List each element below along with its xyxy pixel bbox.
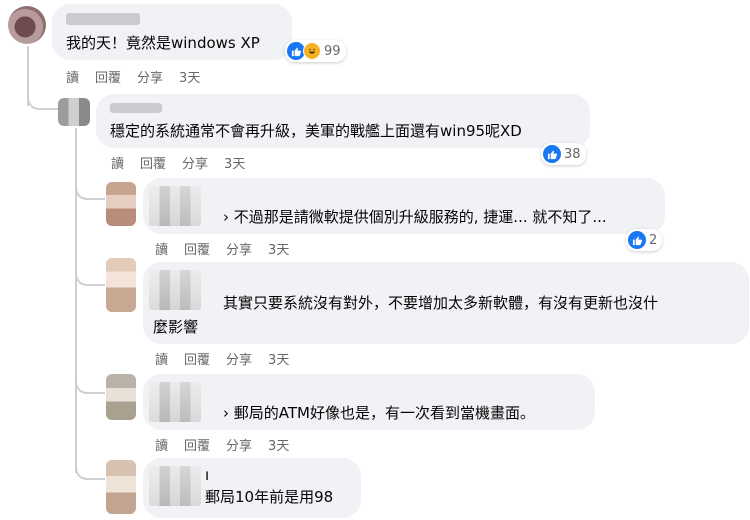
thread-curve-reply-5 <box>75 456 105 480</box>
share-link[interactable]: 分享 <box>226 239 252 258</box>
thread-curve-reply-1 <box>27 90 59 110</box>
read-link[interactable]: 讀 <box>155 435 168 454</box>
read-link[interactable]: 讀 <box>155 239 168 258</box>
read-link[interactable]: 讀 <box>111 153 124 172</box>
author-name-blurred[interactable] <box>66 13 140 25</box>
avatar[interactable] <box>58 98 90 126</box>
author-name-blurred[interactable] <box>149 186 201 226</box>
comment-author-fragment: ı <box>205 466 210 484</box>
timestamp[interactable]: 3天 <box>268 239 289 258</box>
like-icon <box>543 145 561 163</box>
comment-text: 穩定的系統通常不會再升級，美軍的戰艦上面還有win95呢XD <box>110 122 522 140</box>
comment-text-line-2: 麼影響 <box>153 318 199 336</box>
timestamp[interactable]: 3天 <box>268 435 289 454</box>
thread-curve-reply-4 <box>75 370 105 394</box>
comment-bubble: 我的天！竟然是windows XP <box>52 4 292 60</box>
comment-actions: 讀 回覆 分享 3天 <box>66 67 200 86</box>
timestamp[interactable]: 3天 <box>179 67 200 86</box>
timestamp[interactable]: 3天 <box>224 153 245 172</box>
avatar[interactable] <box>8 6 46 44</box>
reply-link[interactable]: 回覆 <box>184 349 210 368</box>
read-link[interactable]: 讀 <box>155 349 168 368</box>
comment-actions: 讀 回覆 分享 3天 <box>155 349 289 368</box>
reply-link[interactable]: 回覆 <box>184 239 210 258</box>
share-link[interactable]: 分享 <box>226 349 252 368</box>
reaction-summary[interactable]: 2 <box>626 229 663 251</box>
comment-bubble: › 郵局的ATM好像也是，有一次看到當機畫面。 <box>143 374 595 430</box>
reply-link[interactable]: 回覆 <box>140 153 166 172</box>
author-name-blurred[interactable] <box>149 270 201 310</box>
comment-text-line-1: 其實只要系統沒有對外，不要增加太多新軟體，有沒有更新也沒什 <box>223 294 659 312</box>
like-icon <box>628 231 646 249</box>
avatar[interactable] <box>106 182 136 226</box>
comment-actions: 讀 回覆 分享 3天 <box>111 153 245 172</box>
comment-actions: 讀 回覆 分享 3天 <box>155 239 289 258</box>
reaction-summary[interactable]: 38 <box>541 143 586 165</box>
comment-bubble: › 不過那是請微軟提供個別升級服務的, 捷運... 就不知了... <box>143 178 665 234</box>
share-link[interactable]: 分享 <box>182 153 208 172</box>
avatar[interactable] <box>106 258 136 312</box>
comment-bubble: ı 郵局10年前是用98 <box>143 458 361 518</box>
comment-bubble: 其實只要系統沒有對外，不要增加太多新軟體，有沒有更新也沒什 麼影響 <box>143 262 749 344</box>
share-link[interactable]: 分享 <box>137 67 163 86</box>
comment-text: 郵局10年前是用98 <box>205 488 334 506</box>
haha-icon <box>303 42 321 60</box>
reply-link[interactable]: 回覆 <box>184 435 210 454</box>
author-name-blurred[interactable] <box>110 103 162 113</box>
read-link[interactable]: 讀 <box>66 67 79 86</box>
reaction-count: 2 <box>649 232 658 248</box>
author-name-blurred[interactable] <box>149 466 201 506</box>
thread-curve-reply-3 <box>75 262 105 286</box>
reply-link[interactable]: 回覆 <box>95 67 121 86</box>
comment-actions: 讀 回覆 分享 3天 <box>155 435 289 454</box>
comment-text: › 郵局的ATM好像也是，有一次看到當機畫面。 <box>223 404 535 422</box>
comment-text: › 不過那是請微軟提供個別升級服務的, 捷運... 就不知了... <box>223 208 607 226</box>
avatar[interactable] <box>106 460 136 514</box>
avatar[interactable] <box>106 374 136 420</box>
comment-text: 我的天！竟然是windows XP <box>66 34 260 52</box>
reaction-count: 38 <box>564 146 581 162</box>
author-name-blurred[interactable] <box>149 382 201 422</box>
comment-bubble: 穩定的系統通常不會再升級，美軍的戰艦上面還有win95呢XD <box>96 94 590 148</box>
timestamp[interactable]: 3天 <box>268 349 289 368</box>
reaction-count: 99 <box>324 43 341 59</box>
share-link[interactable]: 分享 <box>226 435 252 454</box>
thread-curve-reply-2 <box>75 176 105 200</box>
reaction-summary[interactable]: 99 <box>285 40 346 62</box>
